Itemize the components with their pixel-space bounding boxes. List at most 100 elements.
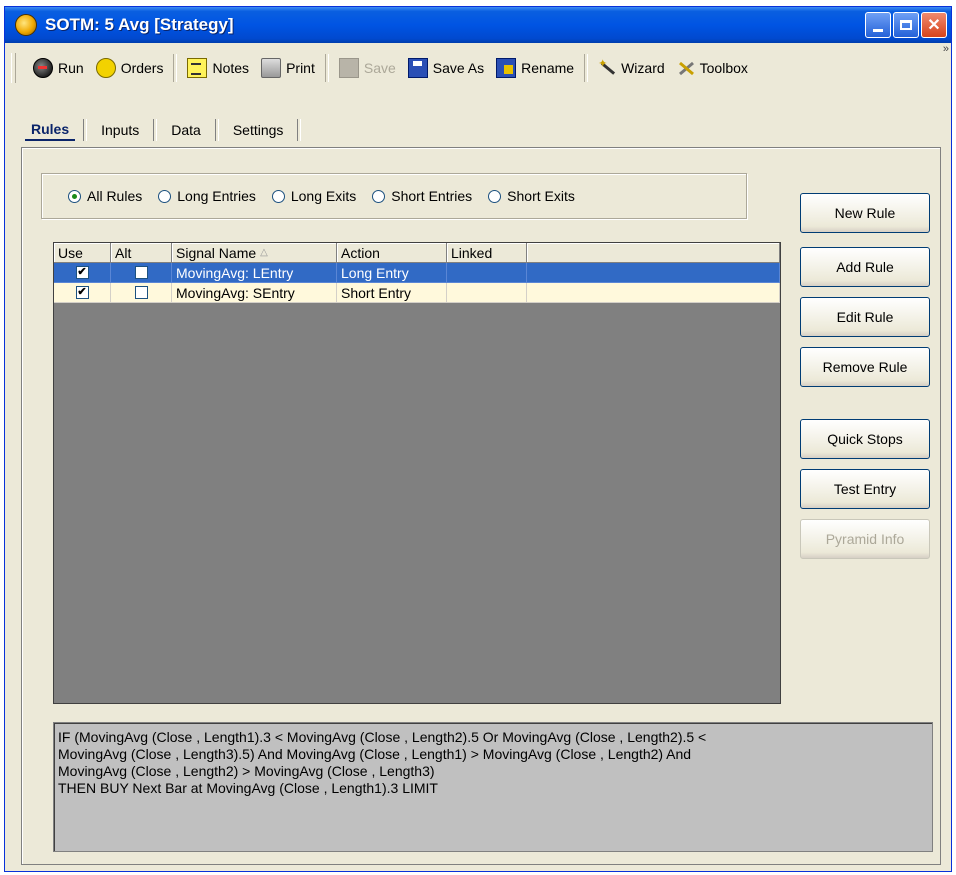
row-filler (527, 263, 780, 283)
use-checkbox[interactable]: ✔ (75, 266, 89, 279)
run-button[interactable]: Run (27, 53, 90, 83)
radio-short-entries[interactable]: Short Entries (372, 188, 472, 204)
radio-dot (372, 189, 386, 203)
signal-name-cell: MovingAvg: SEntry (172, 283, 337, 303)
row-filler (527, 283, 780, 303)
alt-cell (111, 283, 172, 303)
radio-short-exits[interactable]: Short Exits (488, 188, 575, 204)
rule-filter-group: All Rules Long Entries Long Exits Short … (41, 173, 747, 219)
use-cell: ✔ (54, 283, 111, 303)
action-cell: Long Entry (337, 263, 447, 283)
toolbar-overflow-icon[interactable]: » (943, 43, 949, 55)
rename-label: Rename (521, 60, 575, 76)
print-label: Print (286, 60, 315, 76)
notes-button[interactable]: Notes (181, 53, 255, 83)
radio-label: Short Exits (507, 188, 575, 204)
minimize-button[interactable] (865, 12, 891, 38)
toolbar: Run Orders Notes Print Save Save As Rena… (5, 43, 951, 93)
column-header-action[interactable]: Action (337, 243, 447, 263)
toolbox-button[interactable]: Toolbox (671, 53, 754, 83)
table-row[interactable]: ✔ MovingAvg: LEntry Long Entry (54, 263, 780, 283)
save-button[interactable]: Save (333, 53, 402, 83)
tab-settings[interactable]: Settings (227, 120, 290, 140)
radio-all-rules[interactable]: All Rules (68, 188, 142, 204)
use-cell: ✔ (54, 263, 111, 283)
print-icon (261, 58, 282, 78)
tab-strip: Rules Inputs Data Settings (25, 119, 302, 141)
notes-icon (187, 58, 208, 78)
edit-rule-button[interactable]: Edit Rule (800, 297, 930, 337)
radio-dot (68, 189, 81, 203)
save-label: Save (363, 60, 396, 76)
toolbox-label: Toolbox (699, 60, 748, 76)
rule-text-line: MovingAvg (Close , Length3).5) And Movin… (58, 746, 692, 762)
remove-rule-button[interactable]: Remove Rule (800, 347, 930, 387)
strategy-window: SOTM: 5 Avg [Strategy] ✕ Run Orders Note… (4, 6, 952, 872)
radio-dot (158, 189, 172, 203)
window-title: SOTM: 5 Avg [Strategy] (45, 15, 234, 34)
orders-label: Orders (120, 60, 164, 76)
rule-text-line: THEN BUY Next Bar at MovingAvg (Close , … (58, 780, 438, 796)
tab-data[interactable]: Data (165, 120, 207, 140)
orders-button[interactable]: Orders (90, 53, 170, 83)
alt-cell (111, 263, 172, 283)
linked-cell (447, 283, 527, 303)
quick-stops-button[interactable]: Quick Stops (800, 419, 930, 459)
rule-text-line: MovingAvg (Close , Length2) > MovingAvg … (58, 763, 435, 779)
tab-inputs[interactable]: Inputs (95, 120, 145, 140)
radio-long-exits[interactable]: Long Exits (271, 188, 357, 204)
save-as-label: Save As (432, 60, 485, 76)
toolbar-separator (173, 54, 178, 82)
alt-checkbox[interactable] (134, 266, 148, 279)
maximize-button[interactable] (893, 12, 919, 38)
print-button[interactable]: Print (255, 53, 321, 83)
tab-separator (153, 119, 158, 141)
wizard-icon (598, 57, 616, 77)
wizard-button[interactable]: Wizard (592, 53, 671, 83)
column-header-alt[interactable]: Alt (111, 243, 172, 263)
sort-ascending-icon: △ (260, 247, 268, 258)
radio-label: Long Entries (177, 188, 256, 204)
orders-icon (95, 58, 116, 78)
linked-cell (447, 263, 527, 283)
radio-label: Short Entries (391, 188, 473, 204)
use-checkbox[interactable]: ✔ (75, 286, 89, 299)
column-header-filler (527, 243, 780, 263)
rules-grid[interactable]: Use Alt Signal Name △ Action Linked ✔ Mo… (53, 242, 781, 704)
signal-name-cell: MovingAvg: LEntry (172, 263, 337, 283)
new-rule-button[interactable]: New Rule (800, 193, 930, 233)
maximize-icon (900, 20, 912, 30)
radio-label: All Rules (87, 188, 143, 204)
title-bar[interactable]: SOTM: 5 Avg [Strategy] ✕ (5, 7, 951, 43)
tab-separator (214, 119, 219, 141)
radio-dot (271, 189, 285, 203)
toolbox-icon (677, 59, 695, 77)
tab-rules[interactable]: Rules (25, 119, 76, 141)
grid-header: Use Alt Signal Name △ Action Linked (54, 243, 780, 263)
rule-text-display: IF (MovingAvg (Close , Length1).3 < Movi… (53, 722, 933, 852)
app-icon (15, 14, 37, 36)
radio-long-entries[interactable]: Long Entries (158, 188, 256, 204)
rename-icon (496, 58, 517, 78)
action-cell: Short Entry (337, 283, 447, 303)
column-header-signal-name[interactable]: Signal Name △ (172, 243, 337, 263)
table-row[interactable]: ✔ MovingAvg: SEntry Short Entry (54, 283, 780, 303)
toolbar-separator (324, 54, 329, 82)
wizard-label: Wizard (621, 60, 665, 76)
column-header-linked[interactable]: Linked (447, 243, 527, 263)
add-rule-button[interactable]: Add Rule (800, 247, 930, 287)
close-button[interactable]: ✕ (921, 12, 947, 38)
notes-label: Notes (212, 60, 250, 76)
rule-text-line: IF (MovingAvg (Close , Length1).3 < Movi… (58, 729, 707, 745)
toolbar-grip[interactable] (11, 53, 16, 83)
minimize-icon (873, 28, 883, 32)
save-as-button[interactable]: Save As (402, 53, 490, 83)
test-entry-button[interactable]: Test Entry (800, 469, 930, 509)
pyramid-info-button[interactable]: Pyramid Info (800, 519, 930, 559)
tab-separator (83, 119, 88, 141)
radio-label: Long Exits (290, 188, 357, 204)
column-header-use[interactable]: Use (54, 243, 111, 263)
rename-button[interactable]: Rename (490, 53, 580, 83)
alt-checkbox[interactable] (134, 286, 148, 299)
tab-separator (297, 119, 302, 141)
